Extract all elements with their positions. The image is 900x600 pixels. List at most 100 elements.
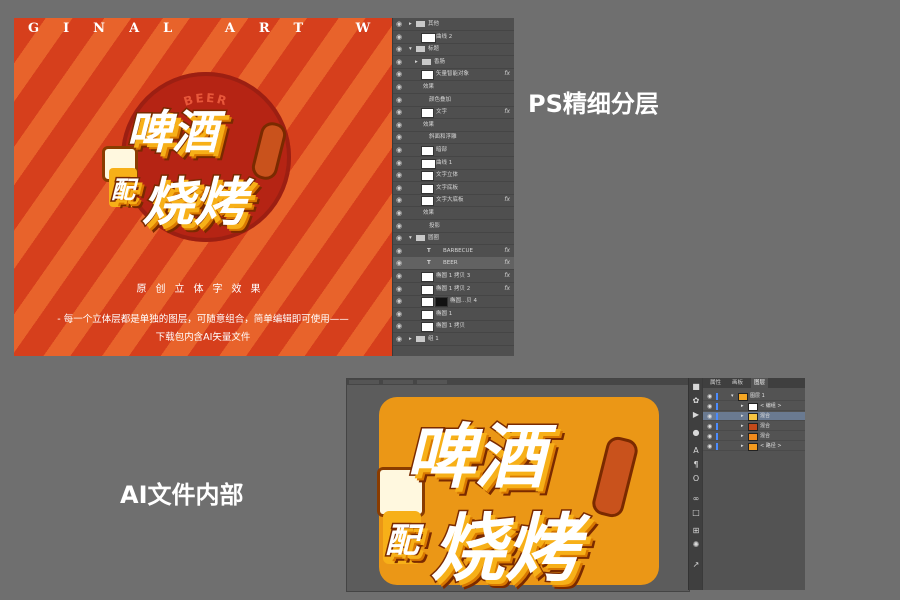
transform-icon[interactable]: ⊞: [691, 526, 701, 536]
visibility-eye-icon[interactable]: ◉: [396, 121, 402, 129]
visibility-eye-icon[interactable]: ◉: [707, 422, 712, 431]
visibility-eye-icon[interactable]: ◉: [396, 159, 402, 167]
visibility-eye-icon[interactable]: ◉: [396, 133, 402, 141]
export-icon[interactable]: ↗: [691, 560, 701, 570]
chevron-right-icon[interactable]: ▸: [741, 442, 744, 451]
ps-layer-row[interactable]: ◉ 曲线 1: [393, 157, 514, 170]
ps-layer-row[interactable]: ◉ T BARBECUE fx: [393, 245, 514, 258]
paragraph-icon[interactable]: ¶: [691, 460, 701, 470]
ai-layer-row[interactable]: ◉ ▸ 混合: [703, 412, 805, 421]
ps-layer-row[interactable]: ◉ 椭圆 1 拷贝: [393, 320, 514, 334]
ps-layer-row[interactable]: ◉ 效果: [393, 81, 514, 94]
opentype-icon[interactable]: O: [691, 474, 701, 484]
ps-layer-row[interactable]: ◉ 颜色叠加: [393, 94, 514, 107]
ai-layer-row[interactable]: ◉ ▸ < 编组 >: [703, 402, 805, 411]
visibility-eye-icon[interactable]: ◉: [396, 259, 402, 267]
visibility-eye-icon[interactable]: ◉: [707, 412, 712, 421]
ps-layer-row[interactable]: ◉ 文字立体: [393, 169, 514, 183]
chevron-right-icon[interactable]: ▸: [415, 57, 418, 67]
visibility-eye-icon[interactable]: ◉: [396, 322, 402, 330]
character-icon[interactable]: A: [691, 446, 701, 456]
visibility-eye-icon[interactable]: ◉: [396, 171, 402, 179]
ps-layer-row[interactable]: ◉ 斜面和浮雕: [393, 131, 514, 145]
visibility-eye-icon[interactable]: ◉: [396, 96, 402, 104]
fx-badge[interactable]: fx: [504, 284, 510, 294]
visibility-eye-icon[interactable]: ◉: [396, 272, 402, 280]
visibility-eye-icon[interactable]: ◉: [396, 209, 402, 217]
visibility-eye-icon[interactable]: ◉: [396, 196, 402, 204]
ai-doc-tab[interactable]: [383, 380, 413, 384]
tab-artboards[interactable]: 画板: [729, 378, 746, 388]
visibility-eye-icon[interactable]: ◉: [396, 184, 402, 192]
ps-layer-row[interactable]: ◉ 文字底板: [393, 182, 514, 195]
ps-layer-row[interactable]: ◉ ▾ 圆圈: [393, 232, 514, 246]
ps-layer-row[interactable]: ◉ T BEER fx: [393, 257, 514, 271]
chevron-right-icon[interactable]: ▸: [409, 334, 412, 344]
ps-layer-row[interactable]: ◉ ▾ 标题: [393, 43, 514, 57]
visibility-eye-icon[interactable]: ◉: [396, 70, 402, 78]
links-icon[interactable]: ∞: [691, 494, 701, 504]
ps-layer-row[interactable]: ◉ ▸ 其他: [393, 18, 514, 31]
appearance-icon[interactable]: ✺: [691, 540, 701, 550]
fx-badge[interactable]: fx: [504, 271, 510, 281]
chevron-down-icon[interactable]: ▾: [731, 392, 734, 401]
ps-layer-row[interactable]: ◉ 文字 fx: [393, 106, 514, 120]
chevron-right-icon[interactable]: ▸: [741, 422, 744, 431]
ps-layer-row[interactable]: ◉ 椭圆...贝 4: [393, 295, 514, 309]
visibility-eye-icon[interactable]: ◉: [396, 58, 402, 66]
color-icon[interactable]: ■: [691, 382, 701, 392]
fx-badge[interactable]: fx: [504, 107, 510, 117]
artboards-icon[interactable]: □: [691, 508, 701, 518]
libraries-icon[interactable]: ✿: [691, 396, 701, 406]
ai-layer-row[interactable]: ◉ ▸ 混合: [703, 432, 805, 441]
visibility-eye-icon[interactable]: ◉: [707, 402, 712, 411]
chevron-right-icon[interactable]: ▸: [741, 402, 744, 411]
chevron-down-icon[interactable]: ▾: [409, 44, 412, 54]
visibility-eye-icon[interactable]: ◉: [707, 392, 712, 401]
ps-layer-row[interactable]: ◉ 椭圆 1 拷贝 2 fx: [393, 283, 514, 296]
play-icon[interactable]: ▶: [691, 410, 701, 420]
fx-badge[interactable]: fx: [504, 69, 510, 79]
visibility-eye-icon[interactable]: ◉: [396, 310, 402, 318]
visibility-eye-icon[interactable]: ◉: [396, 297, 402, 305]
ai-layer-row[interactable]: ◉ ▸ < 路径 >: [703, 442, 805, 451]
ps-layer-row[interactable]: ◉ 效果: [393, 207, 514, 220]
visibility-eye-icon[interactable]: ◉: [396, 234, 402, 242]
ps-layer-row[interactable]: ◉ 暗部: [393, 144, 514, 157]
visibility-eye-icon[interactable]: ◉: [707, 432, 712, 441]
ai-layer-row[interactable]: ◉ ▸ 混合: [703, 422, 805, 431]
visibility-eye-icon[interactable]: ◉: [396, 247, 402, 255]
visibility-eye-icon[interactable]: ◉: [396, 285, 402, 293]
visibility-eye-icon[interactable]: ◉: [396, 222, 402, 230]
ps-layer-row[interactable]: ◉ 椭圆 1: [393, 308, 514, 321]
chevron-right-icon[interactable]: ▸: [741, 432, 744, 441]
ps-layer-row[interactable]: ◉ 文字大底板 fx: [393, 194, 514, 208]
visibility-eye-icon[interactable]: ◉: [396, 83, 402, 91]
ps-layer-row[interactable]: ◉ ▸ 香肠: [393, 56, 514, 69]
visibility-eye-icon[interactable]: ◉: [396, 20, 402, 28]
tab-layers[interactable]: 图层: [751, 378, 769, 388]
ps-layer-row[interactable]: ◉ 投影: [393, 220, 514, 233]
visibility-eye-icon[interactable]: ◉: [396, 33, 402, 41]
visibility-eye-icon[interactable]: ◉: [707, 442, 712, 451]
info-icon[interactable]: ●: [691, 428, 701, 438]
ps-layer-row[interactable]: ◉ 效果: [393, 119, 514, 132]
visibility-eye-icon[interactable]: ◉: [396, 335, 402, 343]
ps-layer-row[interactable]: ◉ 椭圆 1 拷贝 3 fx: [393, 270, 514, 283]
ps-layer-row[interactable]: ◉ 矢量智能对象 fx: [393, 68, 514, 82]
ai-doc-tab[interactable]: [417, 380, 447, 384]
chevron-right-icon[interactable]: ▸: [409, 19, 412, 29]
ps-layer-row[interactable]: ◉ 曲线 2: [393, 31, 514, 44]
fx-badge[interactable]: fx: [504, 258, 510, 268]
visibility-eye-icon[interactable]: ◉: [396, 108, 402, 116]
visibility-eye-icon[interactable]: ◉: [396, 45, 402, 53]
ps-layer-row[interactable]: ◉ ▸ 组 1: [393, 333, 514, 346]
visibility-eye-icon[interactable]: ◉: [396, 146, 402, 154]
ai-doc-tab[interactable]: [349, 380, 379, 384]
chevron-down-icon[interactable]: ▾: [409, 233, 412, 243]
chevron-right-icon[interactable]: ▸: [741, 412, 744, 421]
ai-layer-row[interactable]: ◉ ▾ 图层 1: [703, 392, 805, 401]
fx-badge[interactable]: fx: [504, 195, 510, 205]
tab-properties[interactable]: 属性: [707, 378, 724, 388]
fx-badge[interactable]: fx: [504, 246, 510, 256]
